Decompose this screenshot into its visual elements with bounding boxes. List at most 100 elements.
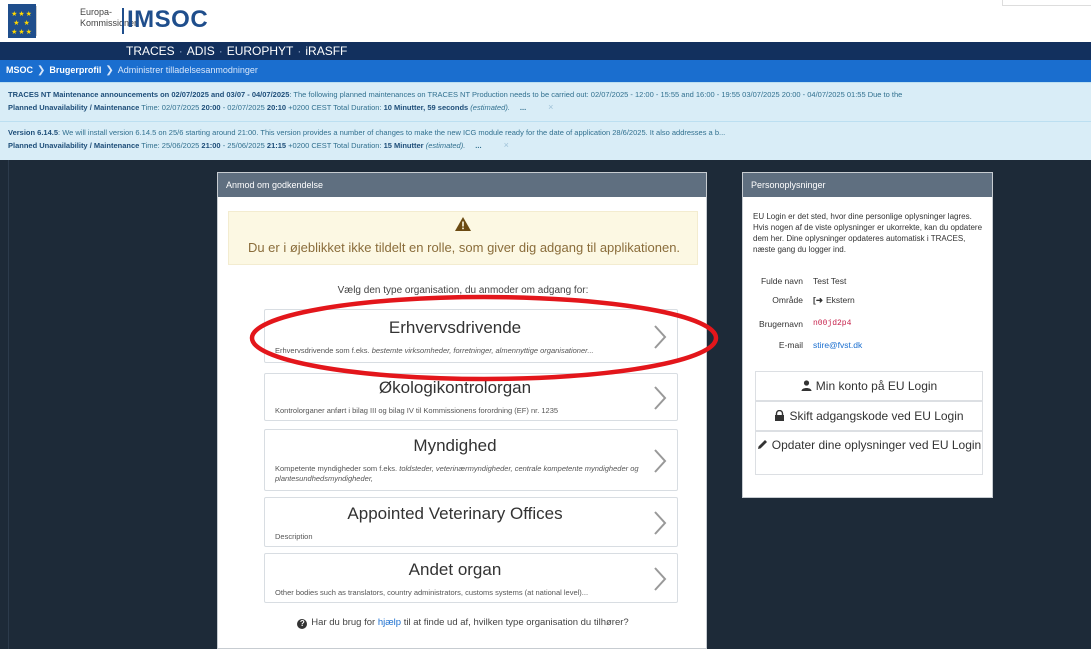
alert-2-body: : We will install version 6.14.5 on 25/6… — [58, 128, 726, 137]
breadcrumb-profile[interactable]: Brugerprofil — [49, 65, 101, 75]
button-label: Skift adgangskode ved EU Login — [789, 409, 964, 423]
change-password-button[interactable]: Skift adgangskode ved EU Login — [755, 401, 983, 431]
alert-1-estimated: (estimated). — [468, 103, 510, 112]
nav-traces[interactable]: TRACES — [126, 44, 175, 58]
sign-in-icon: [➜ — [813, 295, 823, 305]
alert-1-start: 20:00 — [201, 103, 221, 112]
info-value: Test Test — [813, 276, 847, 286]
breadcrumb-current: Administrer tilladelsesanmodninger — [117, 65, 258, 75]
org-desc-text: Other bodies such as translators, countr… — [275, 588, 589, 597]
alert-2-more-link[interactable]: ... — [475, 141, 481, 150]
alert-1-more-link[interactable]: ... — [520, 103, 526, 112]
org-option-appointed-veterinary-offices[interactable]: Appointed Veterinary Offices Description — [264, 497, 678, 547]
alert-divider — [0, 121, 1091, 122]
area-value: Ekstern — [825, 295, 855, 305]
org-option-myndighed[interactable]: Myndighed Kompetente myndigheder som f.e… — [264, 429, 678, 491]
alert-2-time-prefix: Time: 25/06/2025 — [139, 141, 202, 150]
help-text: ? Har du brug for hjælp til at finde ud a… — [218, 617, 708, 629]
highlight-annotation — [249, 294, 719, 382]
alert-1-duration: 10 Minutter, 59 seconds — [383, 103, 469, 112]
alert-2-duration: 15 Minutter — [383, 141, 424, 150]
alert-2-pu-label: Planned Unavailability / Maintenance — [8, 141, 140, 150]
brand-separator — [122, 8, 124, 34]
alert-1-tz: +0200 CEST Total Duration: — [286, 103, 384, 112]
lock-icon — [775, 409, 785, 421]
nav-separator: · — [178, 44, 183, 58]
warning-text: Du er i øjeblikket ikke tildelt en rolle… — [247, 240, 681, 255]
org-desc-text: Description — [275, 532, 313, 541]
info-description: EU Login er det sted, hvor dine personli… — [753, 212, 983, 254]
email-link[interactable]: stire@fvst.dk — [813, 340, 862, 350]
nav-separator: · — [297, 44, 302, 58]
personal-info-panel: Personoplysninger EU Login er det sted, … — [742, 172, 993, 498]
alert-2-close-icon[interactable]: × — [504, 140, 509, 150]
org-option-andet-organ[interactable]: Andet organ Other bodies such as transla… — [264, 553, 678, 603]
info-label: Område — [772, 295, 803, 305]
alert-2-mid: - 25/06/2025 — [220, 141, 267, 150]
chevron-right-icon — [654, 386, 667, 410]
top-right-widget — [1002, 0, 1091, 6]
info-label: E-mail — [778, 340, 803, 350]
alert-1-time-prefix: Time: 02/07/2025 — [139, 103, 202, 112]
alert-1-text: TRACES NT Maintenance announcements on 0… — [8, 89, 902, 101]
alert-2-start: 21:00 — [201, 141, 221, 150]
breadcrumb: MSOC ❯ Brugerprofil ❯ Administrer tilladelse… — [0, 60, 1091, 82]
help-link[interactable]: hjælp — [378, 617, 401, 628]
ec-logo: ★★★ ★ ★ ★★★ — [8, 4, 36, 38]
button-label: Min konto på EU Login — [815, 379, 938, 393]
info-panel-title: Personoplysninger — [743, 173, 992, 197]
info-value: [➜ Ekstern — [813, 295, 855, 306]
nav-adis[interactable]: ADIS — [187, 44, 215, 58]
org-description: Other bodies such as translators, countr… — [275, 588, 655, 598]
system-nav: TRACES · ADIS · EUROPHYT · iRASFF — [0, 42, 1091, 60]
brand-logo[interactable]: IMSOC — [127, 6, 208, 34]
org-description: Description — [275, 532, 655, 542]
button-label: Opdater dine oplysninger ved EU Login — [771, 438, 982, 452]
nav-irasff[interactable]: iRASFF — [305, 44, 347, 58]
alert-1-body: : The following planned maintenances on … — [289, 90, 903, 99]
breadcrumb-root[interactable]: MSOC — [6, 65, 33, 75]
help-prefix: Har du brug for — [311, 617, 378, 628]
help-suffix: til at finde ud af, hvilken type organis… — [401, 617, 629, 628]
pencil-icon — [757, 440, 767, 449]
info-label: Fulde navn — [760, 276, 803, 286]
org-description: Kontrolorganer anført i bilag III og bil… — [275, 406, 655, 416]
site-header: ★★★ ★ ★ ★★★ Europa- Kommissionen IMSOC — [0, 0, 1091, 42]
content-edge — [8, 160, 9, 649]
org-desc-text: Kompetente myndigheder som f.eks. — [275, 464, 400, 473]
update-info-button[interactable]: Opdater dine oplysninger ved EU Login — [755, 431, 983, 475]
request-approval-panel: Anmod om godkendelse Du er i øjeblikket … — [217, 172, 707, 649]
nav-separator: · — [218, 44, 223, 58]
org-title: Appointed Veterinary Offices — [347, 504, 563, 523]
no-role-warning: Du er i øjeblikket ikke tildelt en rolle… — [228, 211, 698, 265]
alert-1-pu-label: Planned Unavailability / Maintenance — [8, 103, 140, 112]
chevron-right-icon: ❯ — [37, 65, 46, 76]
chevron-right-icon: ❯ — [105, 65, 114, 76]
alert-1-end: 20:10 — [266, 103, 287, 112]
info-value: n00jd2p4 — [813, 319, 852, 328]
alert-2-end: 21:15 — [266, 141, 287, 150]
question-circle-icon: ? — [297, 619, 308, 629]
alert-1-close-icon[interactable]: × — [548, 102, 553, 112]
chevron-right-icon — [654, 567, 667, 591]
warning-icon — [455, 217, 471, 231]
org-title: Andet organ — [408, 560, 502, 579]
alert-2-tz: +0200 CEST Total Duration: — [286, 141, 384, 150]
alert-1-mid: - 02/07/2025 — [220, 103, 267, 112]
eu-stars-icon: ★★★ ★ ★ ★★★ — [11, 11, 33, 36]
eu-login-account-button[interactable]: Min konto på EU Login — [755, 371, 983, 401]
alert-2-estimated: (estimated). — [423, 141, 466, 150]
chevron-right-icon — [654, 449, 667, 473]
org-title: Myndighed — [413, 436, 497, 455]
alert-2-title: Version 6.14.5 — [8, 128, 59, 137]
org-desc-text: Kontrolorganer anført i bilag III og bil… — [275, 406, 559, 415]
user-icon — [801, 380, 812, 391]
alert-1-title: TRACES NT Maintenance announcements on 0… — [8, 90, 290, 99]
info-label: Brugernavn — [759, 319, 803, 329]
alert-1-unavailability: Planned Unavailability / Maintenance Tim… — [8, 101, 553, 114]
ec-logo-divider — [36, 6, 76, 36]
nav-europhyt[interactable]: EUROPHYT — [227, 44, 294, 58]
alert-2-unavailability: Planned Unavailability / Maintenance Tim… — [8, 139, 509, 152]
org-description: Kompetente myndigheder som f.eks. toldst… — [275, 464, 655, 484]
maintenance-alerts: TRACES NT Maintenance announcements on 0… — [0, 82, 1091, 160]
